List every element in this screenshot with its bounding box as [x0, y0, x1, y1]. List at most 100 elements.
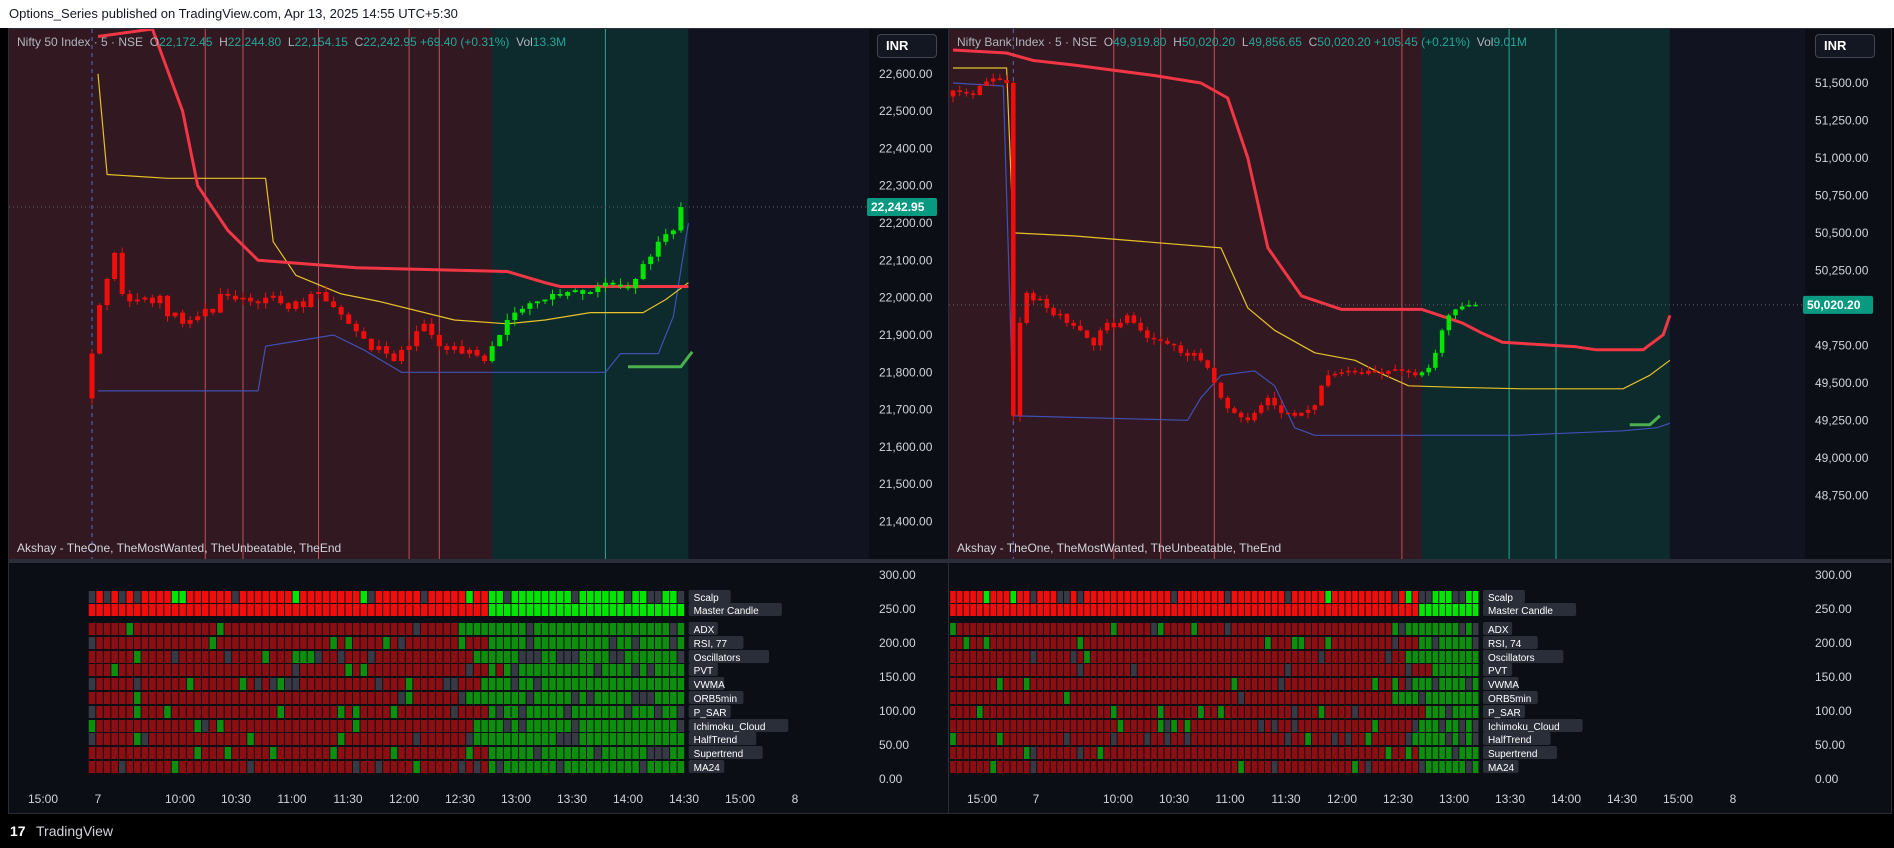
- heatmap-cell: [639, 651, 647, 663]
- heatmap-cell: [1003, 623, 1010, 635]
- tradingview-logo-icon[interactable]: 17: [10, 814, 32, 848]
- heatmap-cell: [1171, 591, 1177, 603]
- heatmap-cell: [564, 720, 571, 732]
- heatmap-cell: [1124, 637, 1131, 649]
- heatmap-cell: [647, 761, 654, 773]
- price-tick-label: 21,700.00: [879, 403, 933, 417]
- heatmap-cell: [217, 591, 224, 603]
- heatmap-cell: [983, 637, 990, 649]
- heatmap-cell: [579, 678, 587, 690]
- heatmap-cell: [292, 678, 300, 690]
- heatmap-cell: [1144, 706, 1151, 718]
- heatmap-cell: [330, 733, 337, 745]
- heatmap-cell: [549, 623, 556, 635]
- heatmap-cell: [662, 637, 670, 649]
- candle-body: [1158, 339, 1163, 341]
- heatmap-cell: [1278, 720, 1285, 732]
- heatmap-cell: [564, 678, 571, 690]
- heatmap-cell: [375, 720, 383, 732]
- niftybank-chart-panel[interactable]: 51,750.0051,500.0051,250.0051,000.0050,7…: [948, 28, 1892, 814]
- heatmap-cell: [1251, 706, 1258, 718]
- heatmap-cell: [1365, 678, 1372, 690]
- heatmap-cell: [118, 720, 126, 732]
- heatmap-cell: [990, 761, 997, 773]
- heatmap-cell: [511, 706, 519, 718]
- heatmap-cell: [1157, 720, 1164, 732]
- heatmap-cell: [1030, 664, 1037, 676]
- heatmap-cell: [383, 664, 390, 676]
- heatmap-cell: [963, 591, 970, 603]
- heatmap-cell: [1412, 678, 1419, 690]
- heatmap-cell: [194, 706, 201, 718]
- heatmap-cell: [1271, 720, 1278, 732]
- heatmap-cell: [247, 761, 254, 773]
- heatmap-cell: [322, 761, 330, 773]
- candle-body: [1332, 373, 1338, 376]
- heatmap-cell: [1117, 664, 1124, 676]
- heatmap-cell: [1077, 733, 1084, 745]
- heatmap-cell: [322, 623, 330, 635]
- heatmap-cell: [556, 623, 564, 635]
- candle-body: [1319, 385, 1324, 406]
- heatmap-cell: [149, 678, 156, 690]
- heatmap-cell: [1030, 604, 1037, 616]
- currency-button[interactable]: INR: [1815, 34, 1875, 58]
- heatmap-cell: [141, 720, 149, 732]
- heatmap-cell: [1271, 637, 1278, 649]
- heatmap-cell: [1017, 664, 1023, 676]
- heatmap-cell: [1439, 747, 1445, 759]
- candle-body: [1191, 352, 1197, 356]
- heatmap-cell: [443, 692, 451, 704]
- heatmap-cell: [1010, 637, 1017, 649]
- candle-body: [1359, 372, 1364, 374]
- heatmap-cell: [171, 591, 179, 603]
- symbol-name[interactable]: Nifty 50 Index · 5 · NSE: [17, 35, 143, 49]
- heatmap-cell: [405, 720, 413, 732]
- indicator-title[interactable]: Akshay - TheOne, TheMostWanted, TheUnbea…: [957, 541, 1281, 555]
- heatmap-cell: [1211, 678, 1218, 690]
- heatmap-cell: [1439, 720, 1445, 732]
- heatmap-cell: [1184, 604, 1191, 616]
- currency-button[interactable]: INR: [877, 34, 937, 58]
- heatmap-cell: [1405, 720, 1412, 732]
- heatmap-cell: [96, 637, 103, 649]
- heatmap-cell: [1191, 733, 1198, 745]
- heatmap-cell: [1171, 692, 1177, 704]
- heatmap-cell: [1251, 733, 1258, 745]
- heatmap-cell: [383, 637, 390, 649]
- symbol-name[interactable]: Nifty Bank Index · 5 · NSE: [957, 35, 1097, 49]
- heatmap-cell: [1439, 761, 1445, 773]
- heatmap-cell: [956, 591, 963, 603]
- heatmap-cell: [428, 591, 436, 603]
- heatmap-cell: [587, 651, 594, 663]
- heatmap-cell: [1064, 733, 1070, 745]
- candle-body: [1151, 337, 1157, 340]
- time-tick-label: 8: [1730, 792, 1737, 806]
- heatmap-cell: [1251, 678, 1258, 690]
- heatmap-cell: [1050, 591, 1057, 603]
- heatmap-cell: [269, 664, 277, 676]
- footer-brand[interactable]: TradingView: [36, 823, 113, 839]
- heatmap-cell: [1265, 651, 1271, 663]
- heatmap-cell: [1311, 761, 1318, 773]
- indicator-title[interactable]: Akshay - TheOne, TheMostWanted, TheUnbea…: [17, 541, 341, 555]
- heatmap-cell: [171, 651, 179, 663]
- nifty50-chart-panel[interactable]: 22,600.00 22,500.00 22,400.00 22,300.00 22,2…: [8, 28, 952, 814]
- heatmap-cell: [420, 651, 428, 663]
- heatmap-cell: [171, 692, 179, 704]
- niftybank-chart-svg[interactable]: 51,750.0051,500.0051,250.0051,000.0050,7…: [949, 29, 1892, 814]
- heatmap-cell: [1131, 604, 1137, 616]
- heatmap-cell: [1171, 604, 1177, 616]
- heatmap-cell: [1037, 733, 1043, 745]
- heatmap-cell: [201, 678, 209, 690]
- heatmap-cell: [254, 761, 262, 773]
- heatmap-cell: [1352, 720, 1358, 732]
- heatmap-cell: [571, 733, 579, 745]
- heatmap-cell: [1378, 706, 1385, 718]
- heatmap-cell: [156, 678, 164, 690]
- heatmap-cell: [103, 623, 111, 635]
- heatmap-cell: [1425, 604, 1432, 616]
- nifty50-chart-svg[interactable]: 22,600.0022,500.0022,400.0022,300.0022,2…: [9, 29, 952, 814]
- candle-body: [1305, 409, 1311, 413]
- heatmap-cell: [556, 664, 564, 676]
